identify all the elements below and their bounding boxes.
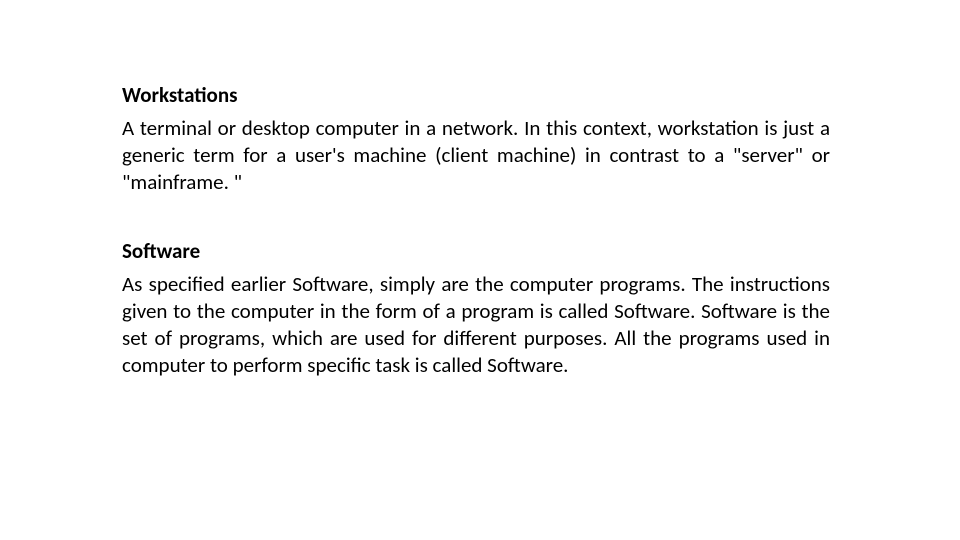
document-page: Workstations A terminal or desktop compu… (0, 0, 960, 379)
section-workstations: Workstations A terminal or desktop compu… (122, 82, 830, 196)
body-workstations: A terminal or desktop computer in a netw… (122, 115, 830, 196)
heading-software: Software (122, 238, 830, 265)
section-software: Software As specified earlier Software, … (122, 238, 830, 379)
heading-workstations: Workstations (122, 82, 830, 109)
body-software: As specified earlier Software, simply ar… (122, 271, 830, 379)
